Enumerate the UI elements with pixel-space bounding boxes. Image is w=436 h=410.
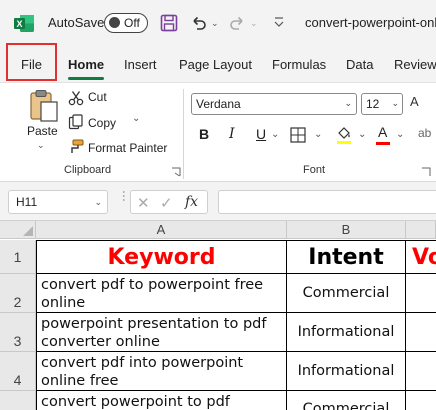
tab-home[interactable]: Home xyxy=(68,57,104,72)
row-header[interactable]: 1 xyxy=(0,240,36,274)
cancel-entry-icon[interactable]: ✕ xyxy=(137,194,150,212)
paste-icon[interactable] xyxy=(28,89,60,123)
select-all-icon xyxy=(23,226,33,236)
clipboard-group-label: Clipboard xyxy=(64,164,112,176)
formula-bar-resize-handle[interactable]: ⋯ xyxy=(117,190,131,202)
italic-button[interactable]: I xyxy=(229,126,235,146)
clipboard-launcher-icon[interactable] xyxy=(171,167,181,177)
cell-keyword[interactable]: convert pdf into powerpoint online free xyxy=(36,352,287,391)
undo-dropdown-icon[interactable]: ⌄ xyxy=(211,18,219,29)
ribbon-tabs: File Home Insert Page Layout Formulas Da… xyxy=(0,46,436,82)
row-header[interactable] xyxy=(0,391,36,410)
formula-buttons: ✕ ✓ fx xyxy=(130,190,208,214)
autosave-toggle[interactable]: Off xyxy=(104,13,148,33)
select-all-corner[interactable] xyxy=(0,221,36,239)
cell-intent[interactable]: Informational xyxy=(287,352,406,391)
row-header[interactable]: 3 xyxy=(0,313,36,352)
row-header[interactable]: 2 xyxy=(0,274,36,313)
file-tab-highlight xyxy=(6,43,57,81)
ribbon-home: Paste ⌄ Cut Copy ⌄ Format Painter Clipbo… xyxy=(0,82,436,182)
cell-keyword[interactable]: convert powerpoint to pdf xyxy=(36,391,287,410)
group-separator xyxy=(183,89,184,179)
name-box-value: H11 xyxy=(16,195,38,209)
cell-intent[interactable]: Commercial xyxy=(287,274,406,313)
save-icon[interactable] xyxy=(160,14,178,32)
redo-dropdown-icon: ⌄ xyxy=(250,18,258,28)
fill-color-dropdown-icon[interactable]: ⌄ xyxy=(358,129,366,149)
chevron-down-icon: ⌄ xyxy=(94,197,102,207)
worksheet-grid: A B 1 Keyword Intent Vo 2 convert pdf to… xyxy=(0,220,436,410)
column-header-a[interactable]: A xyxy=(36,221,287,239)
customize-toolbar-icon[interactable] xyxy=(272,15,286,29)
font-size-select[interactable]: 12 ⌄ xyxy=(361,93,403,115)
cell-intent[interactable]: Commercial xyxy=(287,391,406,410)
cell-column-c[interactable] xyxy=(406,313,436,352)
chevron-down-icon: ⌄ xyxy=(344,98,352,108)
column-header-c[interactable] xyxy=(406,221,436,239)
paste-button[interactable]: Paste xyxy=(27,124,58,138)
document-title: convert-powerpoint-onli xyxy=(305,15,436,30)
copy-dropdown-icon[interactable]: ⌄ xyxy=(132,113,140,124)
cell-column-c[interactable] xyxy=(406,274,436,313)
svg-text:X: X xyxy=(16,19,22,29)
cell-column-c-header[interactable]: Vo xyxy=(406,240,436,274)
undo-icon[interactable] xyxy=(190,14,208,32)
font-group-label: Font xyxy=(303,164,326,176)
cell-column-c[interactable] xyxy=(406,391,436,410)
format-painter-icon[interactable] xyxy=(68,139,84,155)
paste-dropdown-icon[interactable]: ⌄ xyxy=(37,140,45,151)
cell-keyword[interactable]: convert pdf to powerpoint free online xyxy=(36,274,287,313)
redo-icon xyxy=(230,16,243,30)
borders-icon[interactable] xyxy=(290,127,306,143)
font-name-value: Verdana xyxy=(196,97,241,111)
cell-keyword-header[interactable]: Keyword xyxy=(36,240,287,274)
autosave-label: AutoSave xyxy=(48,15,105,30)
fill-color-icon[interactable] xyxy=(336,125,352,145)
cell-keyword[interactable]: powerpoint presentation to pdf converter… xyxy=(36,313,287,352)
increase-font-size-icon[interactable]: A xyxy=(410,94,419,109)
active-tab-indicator xyxy=(68,77,104,80)
cell-intent[interactable]: Informational xyxy=(287,313,406,352)
formula-input[interactable] xyxy=(218,190,436,214)
font-color-dropdown-icon[interactable]: ⌄ xyxy=(396,129,404,149)
more-font-options-icon[interactable]: ab xyxy=(418,126,431,146)
tab-insert[interactable]: Insert xyxy=(124,57,157,72)
toggle-knob xyxy=(109,17,120,28)
format-painter-button[interactable]: Format Painter xyxy=(88,141,167,155)
tab-data[interactable]: Data xyxy=(346,57,373,72)
underline-dropdown-icon[interactable]: ⌄ xyxy=(271,129,279,149)
tab-formulas[interactable]: Formulas xyxy=(272,57,326,72)
chevron-down-icon: ⌄ xyxy=(391,98,399,108)
confirm-entry-icon[interactable]: ✓ xyxy=(160,194,173,212)
cut-button[interactable]: Cut xyxy=(88,90,107,104)
font-color-button[interactable]: A xyxy=(378,124,387,144)
bold-button[interactable]: B xyxy=(199,126,209,146)
font-size-value: 12 xyxy=(366,97,380,111)
borders-dropdown-icon[interactable]: ⌄ xyxy=(314,129,322,149)
insert-function-button[interactable]: fx xyxy=(185,194,198,210)
title-bar: X AutoSave Off ⌄ ⌄ convert-powerpoint-on… xyxy=(0,0,436,46)
row-header[interactable]: 4 xyxy=(0,352,36,391)
tab-page-layout[interactable]: Page Layout xyxy=(179,57,252,72)
column-header-b[interactable]: B xyxy=(287,221,406,239)
cell-intent-header[interactable]: Intent xyxy=(287,240,406,274)
cut-icon[interactable] xyxy=(68,90,84,106)
underline-button[interactable]: U xyxy=(256,126,266,146)
font-launcher-icon[interactable] xyxy=(421,167,431,177)
name-box[interactable]: H11 ⌄ xyxy=(8,190,108,214)
font-color-swatch xyxy=(376,142,390,145)
excel-logo-icon: X xyxy=(14,15,34,32)
tab-review[interactable]: Review xyxy=(394,57,436,72)
copy-icon[interactable] xyxy=(68,114,84,130)
font-name-select[interactable]: Verdana ⌄ xyxy=(191,93,357,115)
copy-button[interactable]: Copy xyxy=(88,116,116,130)
autosave-state: Off xyxy=(124,16,140,30)
cell-column-c[interactable] xyxy=(406,352,436,391)
formula-bar: H11 ⌄ ⋯ ✕ ✓ fx xyxy=(0,182,436,220)
